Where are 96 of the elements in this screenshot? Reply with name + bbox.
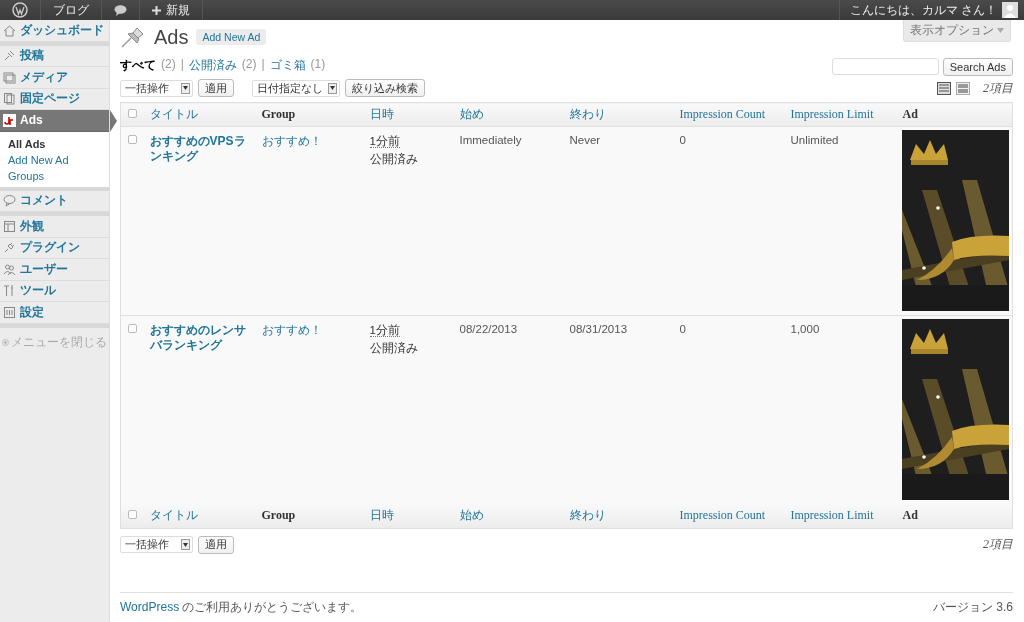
status-text: 公開済み [369, 152, 419, 167]
footer-thanks-text: WordPress のご利用ありがとうございます。 [120, 599, 363, 616]
list-view-icon[interactable] [937, 81, 951, 95]
wordpress-logo-icon [12, 2, 28, 18]
date-text: 1分前 [369, 324, 400, 337]
sidebar-item[interactable]: ツール [0, 280, 109, 302]
submenu-item[interactable]: Groups [0, 167, 109, 184]
excerpt-view-icon[interactable] [956, 81, 970, 95]
separator-text: | [261, 57, 265, 73]
sidebar-item[interactable]: メディア [0, 67, 109, 89]
sidebar-item[interactable]: 投稿 [0, 45, 109, 67]
users-icon [3, 262, 16, 276]
column-sort-link[interactable]: タイトル [148, 504, 261, 528]
ad-title-link[interactable]: おすすめのレンサバランキング [149, 323, 261, 353]
version-text: バージョン 3.6 [933, 599, 1013, 616]
date-text: 1分前 [369, 135, 400, 148]
impression-limit-text: 1,000 [790, 323, 820, 335]
screen-options-tab[interactable]: 表示オプション [903, 20, 1011, 42]
filter-count: (2) [161, 57, 176, 73]
pushpin-icon [120, 25, 146, 49]
filter-count: (1) [310, 57, 326, 73]
status-text: 公開済み [369, 341, 419, 356]
column-sort-link[interactable]: 日時 [368, 504, 459, 528]
tools-icon [3, 284, 16, 298]
row-checkbox[interactable] [128, 324, 137, 333]
ads-logo-icon [3, 113, 16, 127]
end-text: Never [569, 134, 601, 146]
settings-icon [3, 305, 16, 319]
sidebar-item[interactable]: 外観 [0, 216, 109, 238]
row-checkbox[interactable] [128, 135, 137, 144]
submenu-item[interactable]: All Ads [0, 135, 109, 152]
select-all-checkbox[interactable] [128, 109, 137, 118]
avatar-icon [1002, 2, 1018, 18]
wordpress-link[interactable]: WordPress [120, 600, 180, 614]
group-link[interactable]: おすすめ！ [261, 135, 322, 147]
submenu-item[interactable]: Add New Ad [0, 151, 109, 168]
impression-limit-text: Unlimited [790, 134, 839, 146]
sidebar-item[interactable]: コメント [0, 190, 109, 212]
speech-bubble-icon [114, 4, 127, 16]
media-icon [3, 70, 16, 84]
item-count: 2項目 [983, 79, 1013, 97]
appearance-icon [3, 219, 16, 233]
apply-button[interactable]: 適用 [198, 79, 234, 97]
column-sort-link[interactable]: 始め [458, 504, 569, 528]
column-sort-link[interactable]: Impression Limit [789, 102, 902, 127]
new-content-link[interactable]: 新規 [140, 0, 203, 20]
column-header: Ad [901, 504, 1013, 528]
end-text: 08/31/2013 [569, 323, 628, 335]
start-text: Immediately [459, 134, 522, 146]
filter-button[interactable]: 絞り込み検索 [345, 79, 425, 97]
add-new-ad-button[interactable]: Add New Ad [196, 29, 267, 45]
apply-button[interactable]: 適用 [198, 535, 234, 554]
bulk-actions-select[interactable]: 一括操作 [120, 79, 193, 97]
column-header: Ad [901, 102, 1013, 127]
group-link[interactable]: おすすめ！ [261, 324, 322, 336]
search-button[interactable]: Search Ads [942, 58, 1013, 76]
status-filter-link[interactable]: すべて [120, 57, 156, 74]
column-sort-link[interactable]: 日時 [368, 102, 459, 127]
plus-icon [152, 5, 161, 15]
separator-text: | [180, 57, 184, 73]
ad-title-link[interactable]: おすすめのVPSランキング [149, 134, 261, 164]
column-sort-link[interactable]: Impression Count [678, 504, 790, 528]
date-filter-select[interactable]: 日付指定なし [252, 79, 340, 97]
column-sort-link[interactable]: 終わり [568, 102, 679, 127]
column-header: Group [260, 504, 369, 528]
status-filter-link[interactable]: 公開済み [188, 57, 237, 74]
column-header: Group [260, 102, 369, 127]
impression-count-text: 0 [679, 323, 686, 335]
column-sort-link[interactable]: タイトル [148, 102, 261, 127]
column-sort-link[interactable]: Impression Limit [789, 504, 902, 528]
column-sort-link[interactable]: 始め [458, 102, 569, 127]
caret-icon [997, 28, 1004, 33]
search-field[interactable] [831, 58, 939, 75]
sidebar-item[interactable]: 設定 [0, 302, 109, 324]
select-all-checkbox[interactable] [128, 510, 137, 520]
bulk-actions-select[interactable]: 一括操作 [120, 536, 193, 553]
caret-icon [183, 542, 188, 547]
filter-count: (2) [241, 57, 257, 73]
impression-count-text: 0 [679, 134, 686, 146]
home-icon [3, 23, 16, 37]
speech-bubble-icon [3, 194, 16, 208]
start-text: 08/22/2013 [459, 323, 518, 335]
item-count: 2項目 [983, 536, 1013, 553]
pushpin-icon [3, 49, 16, 63]
pages-icon [3, 92, 16, 106]
caret-icon [330, 86, 335, 90]
column-sort-link[interactable]: 終わり [568, 504, 679, 528]
sidebar-item[interactable]: ダッシュボード [0, 20, 109, 42]
plug-icon [3, 241, 16, 255]
sidebar-item[interactable]: Ads [0, 110, 109, 132]
sidebar-item[interactable]: プラグイン [0, 237, 109, 259]
column-sort-link[interactable]: Impression Count [678, 102, 790, 127]
caret-icon [183, 86, 188, 90]
page-title: Ads [154, 25, 189, 49]
status-filter-link[interactable]: ゴミ箱 [269, 57, 306, 74]
sidebar-item[interactable]: ユーザー [0, 259, 109, 281]
